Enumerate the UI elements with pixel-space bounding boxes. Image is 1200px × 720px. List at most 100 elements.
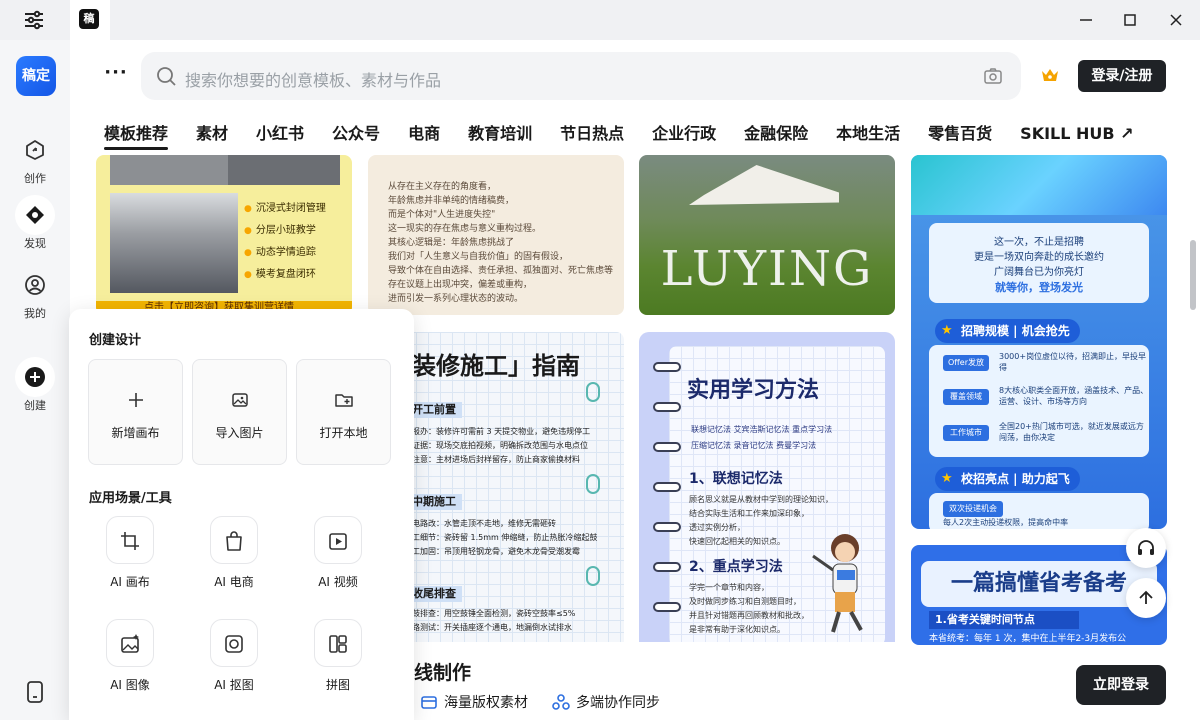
import-image-button[interactable]: 导入图片 bbox=[192, 359, 287, 465]
settings-sliders-icon[interactable] bbox=[22, 8, 46, 32]
tab-holiday[interactable]: 节日热点 bbox=[560, 120, 624, 150]
row-pill: 覆盖领域 bbox=[943, 389, 989, 405]
plus-icon bbox=[126, 390, 146, 410]
device-icon[interactable] bbox=[25, 680, 45, 704]
browser-tab[interactable]: 稿 bbox=[70, 0, 110, 40]
tab-ecommerce[interactable]: 电商 bbox=[408, 120, 440, 150]
tab-finance[interactable]: 金融保险 bbox=[744, 120, 808, 150]
renovation-item: 证据：现场交底拍视频，明确拆改范围与水电点位 bbox=[412, 441, 588, 450]
binder-ring bbox=[653, 482, 681, 492]
row-desc: 全国20+热门城市可选，就近发展或远方闯荡，由你决定 bbox=[999, 422, 1144, 442]
back-to-top-button[interactable] bbox=[1126, 578, 1166, 618]
minimize-icon[interactable] bbox=[1074, 8, 1098, 32]
recruit-row: Offer发放 3000+岗位虚位以待，招满即止，早投早得 bbox=[943, 351, 1146, 373]
scrollbar-thumb[interactable] bbox=[1190, 240, 1196, 310]
sidebar-item-discover[interactable]: 发现 bbox=[0, 195, 70, 255]
renovation-item: 报办：装修许可需前 3 天提交物业，避免违规停工 bbox=[412, 427, 591, 436]
login-now-button[interactable]: 立即登录 bbox=[1076, 665, 1166, 705]
sidebar-item-create[interactable]: 创作 bbox=[0, 130, 70, 190]
customer-service-button[interactable] bbox=[1126, 528, 1166, 568]
tool-ai-cutout[interactable]: AI 抠图 bbox=[194, 619, 274, 693]
search-bar[interactable]: 搜索你想要的创意模板、素材与作品 bbox=[141, 52, 1021, 100]
tab-template-recommend[interactable]: 模板推荐 bbox=[104, 120, 169, 150]
template-card-training[interactable]: 沉浸式封闭管理 分层小班教学 动态学情追踪 模考复盘闭环 点击【立即咨询】获取集… bbox=[96, 155, 352, 315]
study-line: 是非常有助于深化知识点。 bbox=[689, 625, 785, 634]
study-line: 透过实例分析， bbox=[689, 523, 745, 532]
renovation-stage: 开工前置 bbox=[406, 402, 462, 418]
maximize-icon[interactable] bbox=[1118, 8, 1142, 32]
open-local-button[interactable]: 打开本地 bbox=[296, 359, 391, 465]
new-canvas-button[interactable]: 新增画布 bbox=[88, 359, 183, 465]
category-nav: 模板推荐 素材 小红书 公众号 电商 教育培训 节日热点 企业行政 金融保险 本地生活 零售百货 SK… bbox=[104, 120, 1134, 152]
tab-official-account[interactable]: 公众号 bbox=[332, 120, 380, 150]
template-card-recruit[interactable]: 这一次，不止是招聘 更是一场双向奔赴的成长邀约 广阔舞台已为你亮灯 就等你，登场… bbox=[911, 155, 1167, 529]
study-tags: 压缩记忆法 录音记忆法 费曼学习法 bbox=[691, 441, 817, 450]
tool-ai-image[interactable]: AI 图像 bbox=[90, 619, 170, 693]
tab-enterprise[interactable]: 企业行政 bbox=[652, 120, 716, 150]
create-design-heading: 创建设计 bbox=[89, 333, 142, 348]
renovation-item: 工细节：瓷砖留 1.5mm 伸缩缝，防止热胀冷缩起鼓 bbox=[412, 533, 598, 542]
title-bar: 稿 bbox=[0, 0, 1200, 40]
tab-education[interactable]: 教育培训 bbox=[468, 120, 532, 150]
tab-skill-hub[interactable]: SKILL HUB ↗ bbox=[1020, 124, 1133, 154]
recruit-section-title: 校招亮点 | 助力起飞 bbox=[935, 467, 1080, 491]
tool-label: AI 图像 bbox=[110, 678, 150, 692]
tab-local-life[interactable]: 本地生活 bbox=[836, 120, 900, 150]
crown-icon[interactable] bbox=[1040, 66, 1060, 88]
tool-ai-video[interactable]: AI 视频 bbox=[298, 516, 378, 590]
tab-assets[interactable]: 素材 bbox=[196, 120, 228, 150]
quote-line: 更是一场双向奔赴的成长邀约 bbox=[974, 252, 1104, 263]
search-input[interactable]: 搜索你想要的创意模板、素材与作品 bbox=[185, 67, 441, 91]
study-line: 及时做同步练习和自测题目时， bbox=[689, 597, 801, 606]
row-desc: 每人2次主动投递权限，提高命中率 bbox=[943, 518, 1069, 527]
paperclip-icon bbox=[586, 474, 600, 494]
collab-icon bbox=[552, 694, 576, 711]
tool-collage[interactable]: 拼图 bbox=[298, 619, 378, 693]
box-icon bbox=[420, 695, 444, 711]
binder-ring bbox=[653, 362, 681, 372]
tool-ai-ecommerce[interactable]: AI 电商 bbox=[194, 516, 274, 590]
template-card-essay[interactable]: 从存在主义存在的角度看， 年龄焦虑并非单纯的情绪稿费， 而是个体对"人生进度失控… bbox=[368, 155, 624, 315]
tile-label: 打开本地 bbox=[319, 426, 368, 440]
template-card-study[interactable]: 实用学习方法 联想记忆法 艾宾浩斯记忆法 重点学习法 压缩记忆法 录音记忆法 费… bbox=[639, 332, 895, 642]
close-icon[interactable] bbox=[1164, 8, 1188, 32]
study-line: 顾名思义就是从教材中学到的理论知识， bbox=[689, 495, 833, 504]
sidebar-item-new[interactable]: 创建 bbox=[0, 357, 70, 417]
essay-line: 我们对「人生意义与自我价值」的固有假设， bbox=[388, 252, 569, 262]
essay-line: 其核心逻辑是：年龄焦虑挑战了 bbox=[388, 238, 515, 248]
tool-label: 拼图 bbox=[325, 678, 350, 692]
sidebar-item-label: 创建 bbox=[24, 399, 46, 412]
study-tags: 联想记忆法 艾宾浩斯记忆法 重点学习法 bbox=[691, 425, 833, 434]
create-icon bbox=[15, 130, 55, 170]
tab-retail[interactable]: 零售百货 bbox=[928, 120, 992, 150]
quote-line: 就等你，登场发光 bbox=[995, 281, 1083, 294]
more-button[interactable]: ··· bbox=[104, 64, 128, 88]
feature-multi-sync: 多端协作同步 bbox=[552, 692, 660, 712]
camera-icon[interactable] bbox=[983, 66, 1003, 90]
study-title: 实用学习方法 bbox=[687, 378, 820, 403]
study-line: 并且针对错题再回顾教材和批改， bbox=[689, 611, 809, 620]
tab-xiaohongshu[interactable]: 小红书 bbox=[256, 120, 304, 150]
tool-ai-canvas[interactable]: AI 画布 bbox=[90, 516, 170, 590]
essay-line: 年龄焦虑并非单纯的情绪稿费， bbox=[388, 196, 515, 206]
study-line: 学完一个章节和内容， bbox=[689, 583, 769, 592]
study-section: 2、重点学习法 bbox=[689, 559, 783, 575]
create-popover: 创建设计 新增画布 导入图片 打开本地 应用场景/工具 AI 画布 AI 电商 … bbox=[69, 309, 414, 720]
sidebar-item-mine[interactable]: 我的 bbox=[0, 265, 70, 325]
login-register-button[interactable]: 登录/注册 bbox=[1078, 60, 1166, 92]
app-logo[interactable]: 稿定 bbox=[16, 56, 56, 96]
renovation-item: 注意：主材进场后封样留存，防止商家偷换材料 bbox=[412, 455, 580, 464]
quote-line: 广阔舞台已为你亮灯 bbox=[994, 267, 1084, 278]
plus-circle-icon bbox=[15, 357, 55, 397]
student-illustration bbox=[807, 526, 877, 636]
binder-ring bbox=[653, 522, 681, 532]
canvas-crop-icon bbox=[106, 516, 154, 564]
bottom-title: 线制作 bbox=[414, 662, 472, 684]
recruit-row: 工作城市 全国20+热门城市可选，就近发展或远方闯荡，由你决定 bbox=[943, 421, 1144, 443]
card-tag: 模考复盘闭环 bbox=[244, 265, 352, 280]
row-pill: Offer发放 bbox=[943, 355, 989, 371]
binder-ring bbox=[653, 602, 681, 612]
ai-image-icon bbox=[106, 619, 154, 667]
tools-heading: 应用场景/工具 bbox=[89, 491, 172, 506]
template-card-camping[interactable]: LUYING bbox=[639, 155, 895, 315]
